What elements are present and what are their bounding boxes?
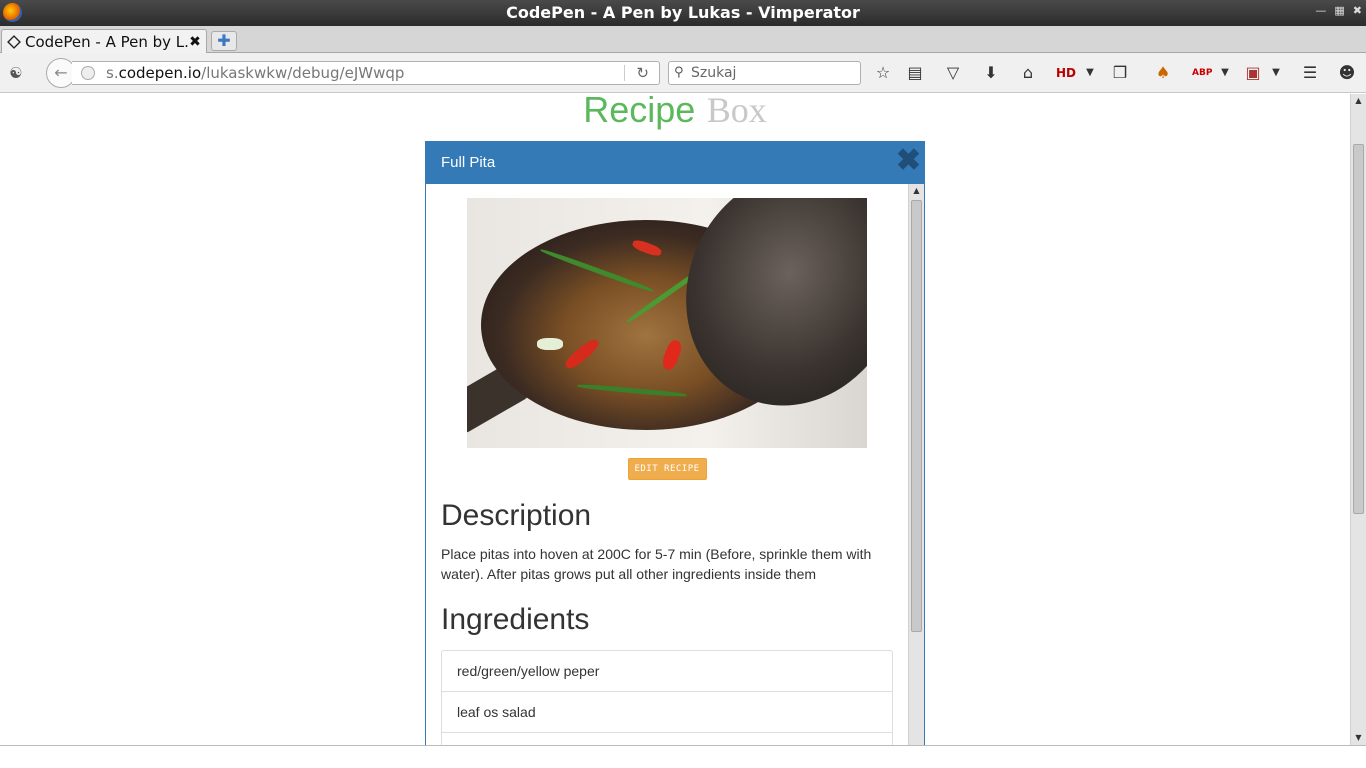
page-title: Recipe Box bbox=[0, 94, 1350, 129]
modal-body: EDIT RECIPE Description Place pitas into… bbox=[426, 184, 908, 745]
scroll-up-icon[interactable]: ▲ bbox=[909, 184, 924, 198]
pocket-icon[interactable]: ▽ bbox=[943, 63, 963, 83]
hd-dropdown-icon[interactable]: ▼ bbox=[1080, 63, 1100, 83]
url-host: codepen.io bbox=[118, 64, 202, 82]
page-title-box: Box bbox=[706, 94, 767, 130]
navigation-bar: ☯ ← s.codepen.io/lukaskwkw/debug/eJWwqp … bbox=[0, 53, 1366, 93]
tab-codepen[interactable]: CodePen - A Pen by L... ✖ bbox=[1, 29, 207, 53]
description-heading: Description bbox=[441, 499, 592, 532]
search-placeholder: Szukaj bbox=[691, 65, 737, 81]
maximize-icon[interactable]: ▦ bbox=[1334, 4, 1344, 17]
page-title-recipe: Recipe bbox=[583, 94, 696, 130]
ingredient-item: tofu bbox=[442, 733, 892, 745]
image-block-icon[interactable]: ▣ bbox=[1243, 63, 1263, 83]
url-separator bbox=[624, 65, 625, 81]
recipe-modal: Full Pita ✖ EDIT RECIPE Description Plac… bbox=[425, 141, 925, 745]
page-scroll-thumb[interactable] bbox=[1353, 144, 1364, 514]
recipe-image bbox=[467, 198, 867, 448]
search-icon: ⚲ bbox=[674, 65, 684, 80]
home-icon[interactable]: ⌂ bbox=[1018, 63, 1038, 83]
image-block-dropdown-icon[interactable]: ▼ bbox=[1266, 63, 1286, 83]
modal-header: Full Pita ✖ bbox=[426, 142, 924, 184]
url-bar[interactable]: s.codepen.io/lukaskwkw/debug/eJWwqp ↻ bbox=[72, 61, 660, 85]
edit-recipe-button[interactable]: EDIT RECIPE bbox=[627, 458, 707, 480]
modal-scroll-thumb[interactable] bbox=[911, 200, 922, 632]
modal-scrollbar[interactable]: ▲ bbox=[908, 184, 924, 745]
ingredients-list: red/green/yellow peper leaf os salad tof… bbox=[441, 650, 893, 745]
page-scroll-down-icon[interactable]: ▼ bbox=[1351, 731, 1366, 745]
history-icon[interactable]: ☯ bbox=[6, 63, 26, 83]
adblock-dropdown-icon[interactable]: ▼ bbox=[1215, 63, 1235, 83]
url-path: /lukaskwkw/debug/eJWwqp bbox=[201, 64, 405, 82]
onion bbox=[537, 338, 563, 350]
ingredient-item: red/green/yellow peper bbox=[442, 651, 892, 692]
page-scroll-up-icon[interactable]: ▲ bbox=[1351, 94, 1366, 108]
url-prefix: s. bbox=[106, 64, 119, 82]
tab-close-icon[interactable]: ✖ bbox=[188, 34, 202, 50]
bookmarks-list-icon[interactable]: ▤ bbox=[905, 63, 925, 83]
window-controls: — ▦ ✖ bbox=[1315, 4, 1362, 17]
codepen-icon bbox=[7, 34, 21, 49]
ingredients-heading: Ingredients bbox=[441, 603, 590, 636]
globe-icon bbox=[81, 66, 95, 80]
modal-close-icon[interactable]: ✖ bbox=[896, 146, 921, 176]
puzzle-extension-icon[interactable]: ❒ bbox=[1110, 63, 1130, 83]
page-viewport: Recipe Box Full Pita ✖ EDIT RECIPE Descr… bbox=[0, 94, 1350, 745]
status-bar bbox=[0, 745, 1366, 768]
window-title: CodePen - A Pen by Lukas - Vimperator bbox=[506, 3, 860, 22]
ingredient-item: leaf os salad bbox=[442, 692, 892, 733]
window-titlebar: CodePen - A Pen by Lukas - Vimperator — … bbox=[0, 0, 1366, 26]
new-tab-button[interactable]: ✚ bbox=[211, 31, 237, 51]
reload-icon[interactable]: ↻ bbox=[636, 62, 649, 84]
close-icon[interactable]: ✖ bbox=[1353, 4, 1362, 17]
hd-extension-icon[interactable]: HD bbox=[1056, 63, 1076, 83]
minimize-icon[interactable]: — bbox=[1315, 4, 1326, 17]
extension-icon[interactable]: ♠ bbox=[1153, 63, 1173, 83]
tab-label: CodePen - A Pen by L... bbox=[25, 32, 188, 51]
modal-title: Full Pita bbox=[441, 154, 496, 171]
chat-icon[interactable]: ☻ bbox=[1337, 63, 1357, 83]
description-text: Place pitas into hoven at 200C for 5-7 m… bbox=[441, 546, 872, 582]
downloads-icon[interactable]: ⬇ bbox=[981, 63, 1001, 83]
page-scrollbar[interactable]: ▲ ▼ bbox=[1350, 94, 1366, 745]
tab-strip: CodePen - A Pen by L... ✖ ✚ bbox=[0, 26, 1366, 53]
bookmark-star-icon[interactable]: ☆ bbox=[873, 63, 893, 83]
search-input[interactable]: ⚲ Szukaj bbox=[668, 61, 861, 85]
menu-icon[interactable]: ☰ bbox=[1300, 63, 1320, 83]
adblock-icon[interactable]: ABP bbox=[1192, 63, 1212, 83]
